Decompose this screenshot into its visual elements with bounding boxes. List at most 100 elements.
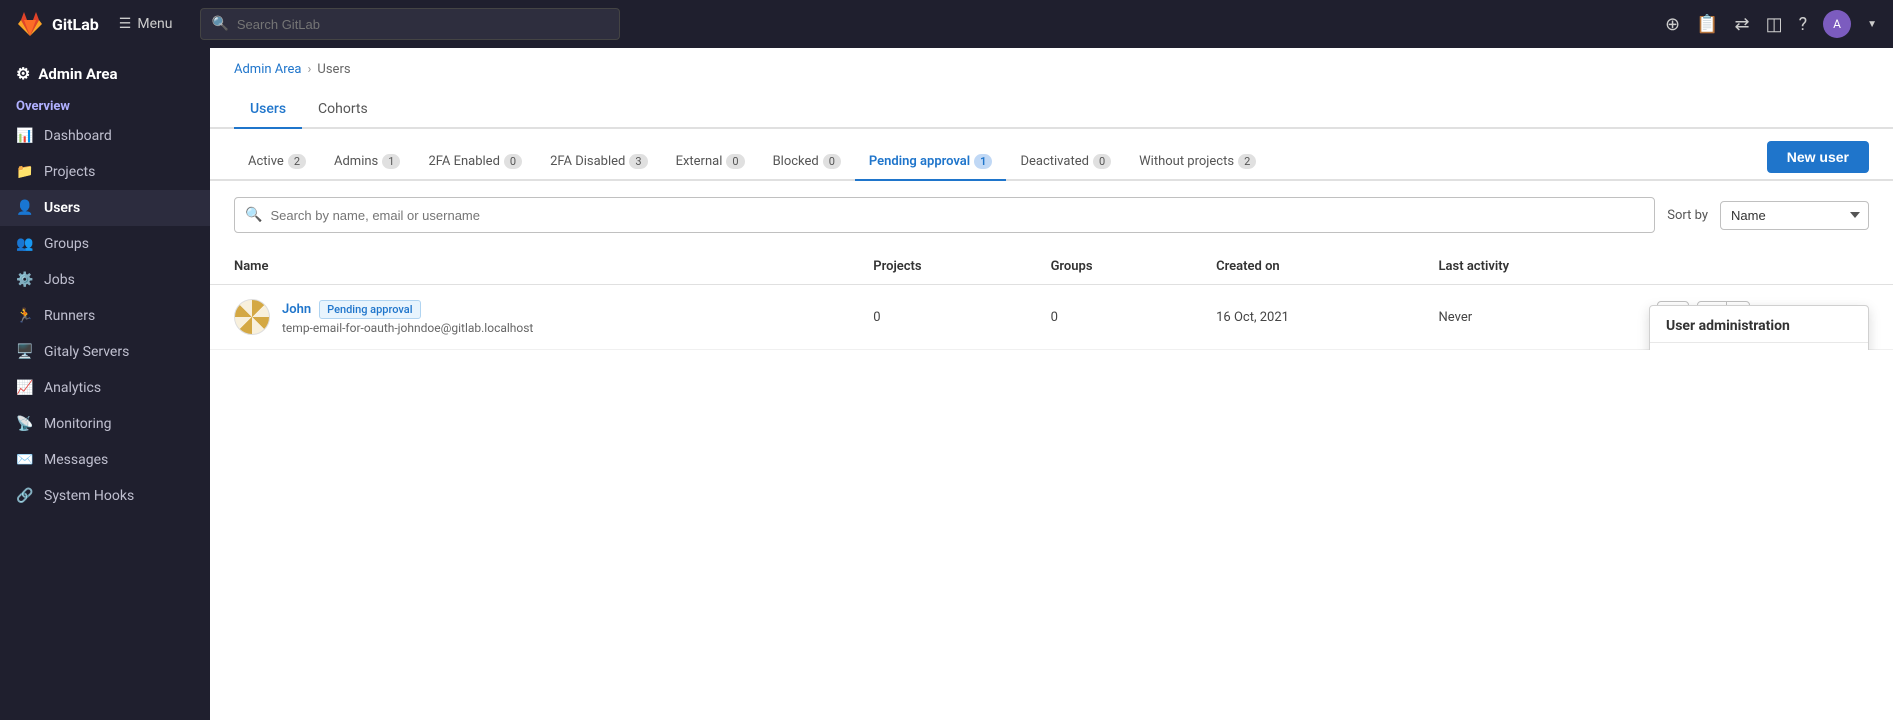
breadcrumb-separator: › <box>308 62 312 77</box>
breadcrumb: Admin Area › Users <box>210 48 1893 77</box>
analytics-icon: 📈 <box>16 380 34 396</box>
search-icon: 🔍 <box>245 207 262 223</box>
sidebar-item-analytics[interactable]: 📈 Analytics <box>0 370 210 406</box>
tab-cohorts[interactable]: Cohorts <box>302 93 384 129</box>
projects-icon: 📁 <box>16 164 34 180</box>
col-groups: Groups <box>1027 249 1193 285</box>
filter-tab-2fa-enabled[interactable]: 2FA Enabled 0 <box>414 146 536 181</box>
brand-name: GitLab <box>52 15 99 34</box>
dashboard-icon: 📊 <box>16 128 34 144</box>
sidebar-item-projects[interactable]: 📁 Projects <box>0 154 210 190</box>
sidebar-item-system-hooks[interactable]: 🔗 System Hooks <box>0 478 210 514</box>
sort-select[interactable]: Name Recent sign-in Oldest sign-in Recen… <box>1720 201 1869 230</box>
search-input-wrap[interactable]: 🔍 <box>234 197 1655 233</box>
sidebar-item-label: Messages <box>44 452 108 468</box>
sidebar-item-label: Groups <box>44 236 89 252</box>
jobs-icon: ⚙️ <box>16 272 34 288</box>
pending-badge: Pending approval <box>319 300 420 319</box>
sidebar-item-label: Jobs <box>44 272 75 288</box>
sidebar-item-label: Users <box>44 200 80 216</box>
user-name: John Pending approval <box>282 300 533 319</box>
new-user-button[interactable]: New user <box>1767 141 1869 173</box>
sidebar-item-jobs[interactable]: ⚙️ Jobs <box>0 262 210 298</box>
users-table-container: Name Projects Groups Created on Last act… <box>210 249 1893 350</box>
system-hooks-icon: 🔗 <box>16 488 34 504</box>
groups-icon: 👥 <box>16 236 34 252</box>
sidebar: ⚙ Admin Area Overview 📊 Dashboard 📁 Proj… <box>0 48 210 720</box>
table-body: John Pending approval temp-email-for-oau… <box>210 285 1893 350</box>
filter-tab-blocked[interactable]: Blocked 0 <box>759 146 855 181</box>
users-icon: 👤 <box>16 200 34 216</box>
sidebar-item-monitoring[interactable]: 📡 Monitoring <box>0 406 210 442</box>
filter-tab-2fa-disabled[interactable]: 2FA Disabled 3 <box>536 146 661 181</box>
avatar <box>234 299 270 335</box>
sidebar-item-users[interactable]: 👤 Users <box>0 190 210 226</box>
table-header: Name Projects Groups Created on Last act… <box>210 249 1893 285</box>
sidebar-item-label: Gitaly Servers <box>44 344 129 360</box>
col-created-on: Created on <box>1192 249 1414 285</box>
filter-tab-pending-approval[interactable]: Pending approval 1 <box>855 146 1007 181</box>
user-admin-dropdown-menu: User administration Approve Reject <box>1649 305 1869 350</box>
avatar-chevron-icon[interactable]: ▼ <box>1867 19 1877 30</box>
col-name: Name <box>210 249 849 285</box>
col-last-activity: Last activity <box>1415 249 1633 285</box>
navbar-actions: ⊕ 📋 ⇄ ◫ ? A ▼ <box>1665 10 1877 38</box>
sidebar-overview-label: Overview <box>0 91 210 118</box>
user-cell: John Pending approval temp-email-for-oau… <box>210 285 849 350</box>
breadcrumb-current: Users <box>317 62 350 77</box>
todo-icon[interactable]: 📋 <box>1696 14 1718 35</box>
merge-request-icon[interactable]: ⇄ <box>1734 14 1749 35</box>
approve-menu-item[interactable]: Approve <box>1650 343 1868 350</box>
filter-tab-without-projects[interactable]: Without projects 2 <box>1125 146 1270 181</box>
gitaly-icon: 🖥️ <box>16 344 34 360</box>
sidebar-item-label: Dashboard <box>44 128 112 144</box>
breadcrumb-parent[interactable]: Admin Area <box>234 62 302 77</box>
filter-tab-active[interactable]: Active 2 <box>234 146 320 181</box>
user-created-on: 16 Oct, 2021 <box>1192 285 1414 350</box>
sidebar-item-dashboard[interactable]: 📊 Dashboard <box>0 118 210 154</box>
sidebar-item-runners[interactable]: 🏃 Runners <box>0 298 210 334</box>
admin-icon: ⚙ <box>16 64 30 83</box>
sort-label: Sort by <box>1667 208 1708 223</box>
user-email: temp-email-for-oauth-johndoe@gitlab.loca… <box>282 321 533 335</box>
help-icon[interactable]: ? <box>1799 14 1808 35</box>
sidebar-item-label: Monitoring <box>44 416 112 432</box>
main-content: Admin Area › Users Users Cohorts Active … <box>210 48 1893 720</box>
runners-icon: 🏃 <box>16 308 34 324</box>
monitoring-icon: 📡 <box>16 416 34 432</box>
table-row: John Pending approval temp-email-for-oau… <box>210 285 1893 350</box>
user-info: John Pending approval temp-email-for-oau… <box>282 300 533 335</box>
filter-tab-external[interactable]: External 0 <box>662 146 759 181</box>
user-groups: 0 <box>1027 285 1193 350</box>
col-projects: Projects <box>849 249 1026 285</box>
tab-users[interactable]: Users <box>234 93 302 129</box>
menu-toggle[interactable]: ☰ Menu <box>119 16 173 32</box>
dropdown-menu-header: User administration <box>1650 306 1868 343</box>
col-actions <box>1633 249 1893 285</box>
sidebar-item-label: Analytics <box>44 380 101 396</box>
sidebar-item-groups[interactable]: 👥 Groups <box>0 226 210 262</box>
brand: GitLab <box>16 10 99 38</box>
sidebar-item-gitaly-servers[interactable]: 🖥️ Gitaly Servers <box>0 334 210 370</box>
user-search-input[interactable] <box>270 208 1644 223</box>
gitlab-logo <box>16 10 44 38</box>
filter-tabs: Active 2 Admins 1 2FA Enabled 0 2FA Disa… <box>234 146 1751 179</box>
search-bar[interactable]: 🔍 <box>200 8 620 40</box>
plus-icon[interactable]: ⊕ <box>1665 14 1680 35</box>
user-name-link[interactable]: John <box>282 302 311 317</box>
search-input[interactable] <box>237 17 610 32</box>
users-table: Name Projects Groups Created on Last act… <box>210 249 1893 350</box>
search-sort-bar: 🔍 Sort by Name Recent sign-in Oldest sig… <box>210 181 1893 249</box>
issues-icon[interactable]: ◫ <box>1766 14 1783 35</box>
navbar: GitLab ☰ Menu 🔍 ⊕ 📋 ⇄ ◫ ? A ▼ <box>0 0 1893 48</box>
sidebar-item-messages[interactable]: ✉️ Messages <box>0 442 210 478</box>
hamburger-icon: ☰ <box>119 16 132 32</box>
sidebar-item-label: System Hooks <box>44 488 134 504</box>
search-icon: 🔍 <box>211 16 228 32</box>
sidebar-item-label: Runners <box>44 308 95 324</box>
avatar[interactable]: A <box>1823 10 1851 38</box>
messages-icon: ✉️ <box>16 452 34 468</box>
filter-tab-deactivated[interactable]: Deactivated 0 <box>1006 146 1125 181</box>
filter-tab-admins[interactable]: Admins 1 <box>320 146 414 181</box>
sidebar-title: Admin Area <box>38 65 117 83</box>
